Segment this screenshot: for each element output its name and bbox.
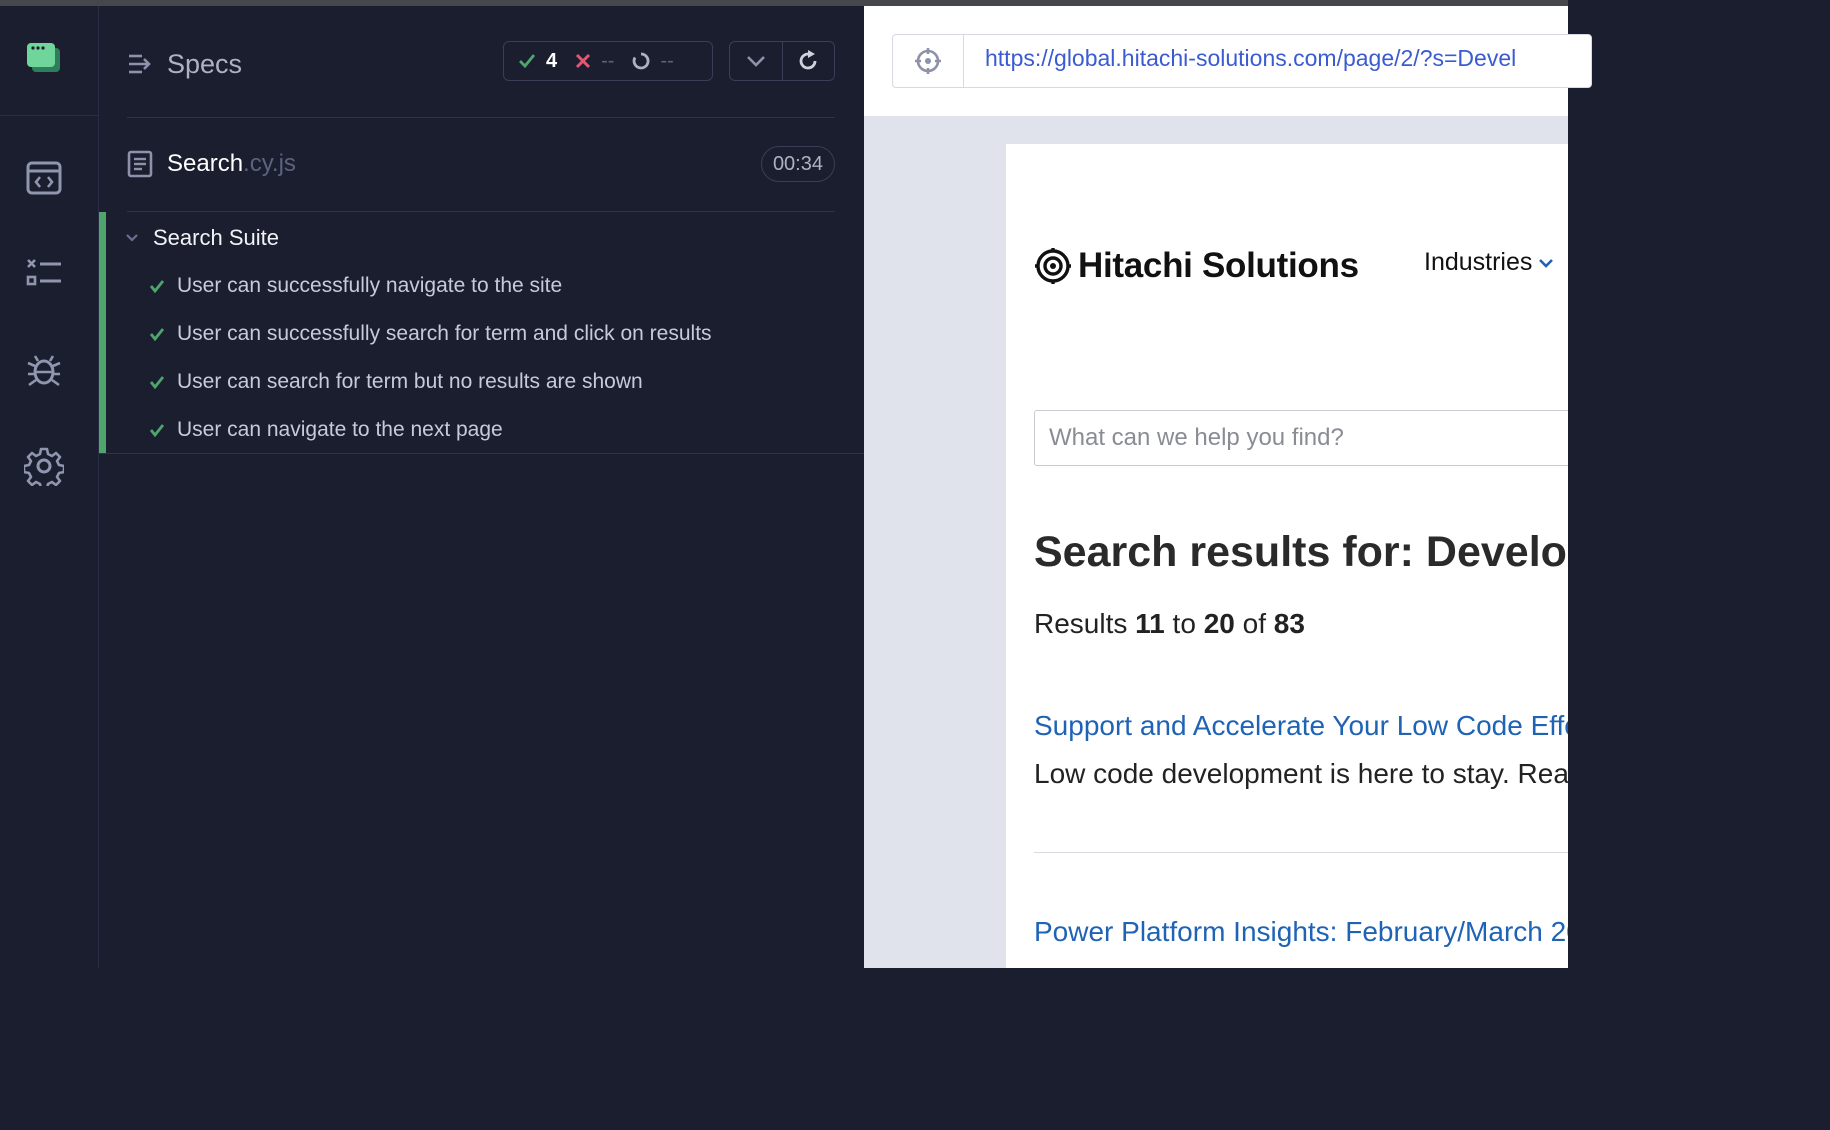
- suite-header[interactable]: Search Suite: [125, 220, 279, 256]
- test-title: User can successfully navigate to the si…: [177, 274, 563, 297]
- test-stats: 4 -- --: [503, 41, 713, 81]
- debug-bug-icon[interactable]: [24, 350, 64, 390]
- chevron-down-icon: [746, 56, 765, 67]
- passed-stat: 4: [518, 50, 557, 73]
- suite-divider: [99, 453, 864, 454]
- brand-name: Hitachi Solutions: [1078, 246, 1359, 285]
- url-box: https://global.hitachi-solutions.com/pag…: [892, 34, 1592, 88]
- failed-stat: --: [575, 50, 614, 73]
- site-search-input[interactable]: [1034, 410, 1568, 466]
- document-icon: [127, 150, 153, 178]
- settings-gear-icon[interactable]: [24, 446, 64, 486]
- runs-nav-icon[interactable]: [24, 254, 64, 294]
- nav-industries[interactable]: Industries: [1424, 248, 1554, 277]
- app-under-test: Hitachi Solutions Industries Search resu…: [1006, 144, 1568, 968]
- test-row[interactable]: User can successfully search for term an…: [149, 316, 712, 352]
- test-row[interactable]: User can navigate to the next page: [149, 412, 503, 448]
- check-icon: [149, 328, 165, 341]
- spec-duration-badge: 00:34: [760, 146, 835, 182]
- collapse-all-button[interactable]: [730, 42, 782, 80]
- pending-stat: --: [632, 49, 674, 73]
- specs-label: Specs: [167, 48, 243, 79]
- check-icon: [149, 376, 165, 389]
- result-divider: [1034, 852, 1568, 853]
- logo-area: [0, 6, 98, 116]
- check-icon: [149, 280, 165, 293]
- sidebar-nav: [0, 6, 99, 968]
- chevron-down-icon: [126, 234, 138, 242]
- pending-spinner-icon: [633, 52, 650, 70]
- suite-passed-indicator: [99, 212, 106, 453]
- specs-toggle[interactable]: Specs: [127, 46, 242, 82]
- rerun-button[interactable]: [782, 42, 834, 80]
- specs-list-icon: [129, 54, 151, 74]
- nav-industries-label: Industries: [1424, 248, 1533, 276]
- check-icon: [149, 424, 165, 437]
- spec-name: Search: [167, 150, 244, 177]
- app-preview: https://global.hitachi-solutions.com/pag…: [864, 6, 1592, 968]
- header-divider: [127, 117, 835, 118]
- url-text[interactable]: https://global.hitachi-solutions.com/pag…: [985, 45, 1516, 72]
- fail-x-icon: [576, 53, 591, 69]
- spec-divider: [127, 211, 835, 212]
- spec-extension: .cy.js: [243, 150, 296, 177]
- test-title: User can navigate to the next page: [177, 418, 503, 441]
- spec-file-row[interactable]: Search .cy.js 00:34: [127, 144, 835, 184]
- passed-count: 4: [546, 49, 558, 72]
- test-row[interactable]: User can search for term but no results …: [149, 364, 643, 400]
- hitachi-logo[interactable]: Hitachi Solutions: [1034, 246, 1359, 286]
- hitachi-mark-icon: [1035, 248, 1071, 284]
- test-row[interactable]: User can successfully navigate to the si…: [149, 268, 562, 304]
- refresh-icon: [799, 50, 817, 70]
- reporter-panel: Specs 4 -- -- Search .cy.js 00:34 Search…: [99, 6, 864, 968]
- specs-nav-icon[interactable]: [24, 158, 64, 198]
- failed-count: --: [601, 49, 615, 72]
- test-title: User can search for term but no results …: [177, 370, 643, 393]
- test-title: User can successfully search for term an…: [177, 322, 712, 345]
- reporter-controls: [729, 41, 835, 81]
- selector-playground-button[interactable]: [893, 35, 964, 87]
- url-bar: https://global.hitachi-solutions.com/pag…: [864, 6, 1592, 116]
- result-title-link[interactable]: Power Platform Insights: February/March …: [1034, 916, 1568, 948]
- crosshair-icon: [915, 48, 941, 74]
- check-icon: [519, 54, 536, 69]
- suite-title: Search Suite: [153, 225, 279, 250]
- result-title-link[interactable]: Support and Accelerate Your Low Code Eff…: [1034, 710, 1568, 742]
- results-count: Results 11 to 20 of 83: [1034, 608, 1305, 639]
- result-snippet: Low code development is here to stay. Re…: [1034, 758, 1568, 789]
- results-heading: Search results for: Develop: [1034, 528, 1568, 576]
- pending-count: --: [660, 49, 674, 72]
- chevron-down-icon: [1539, 258, 1554, 268]
- cypress-logo-icon[interactable]: [24, 40, 64, 80]
